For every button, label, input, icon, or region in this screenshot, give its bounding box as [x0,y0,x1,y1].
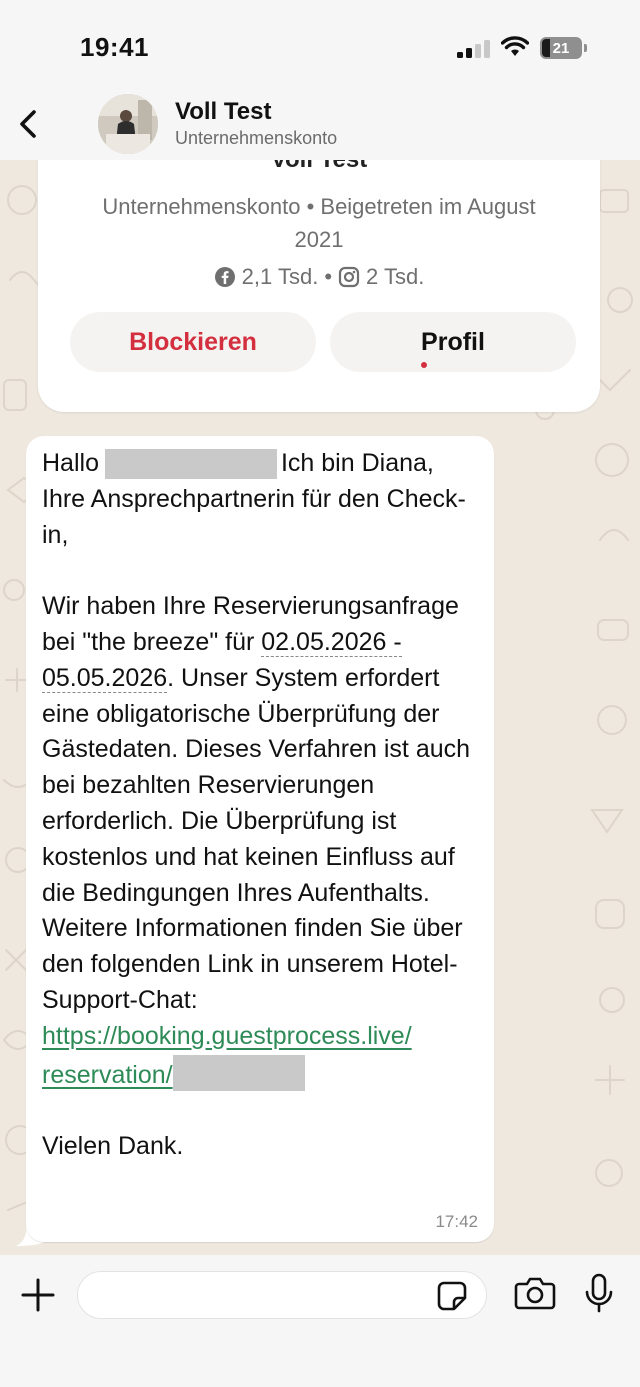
message-intro: Ich bin Diana, [280,449,434,477]
stats-separator: • [324,264,333,289]
chat-header: Voll Test Unternehmenskonto [0,90,640,160]
contact-name[interactable]: Voll Test [175,98,271,126]
message-role: Ihre Ansprechpartnerin für den Check-in, [42,484,466,549]
wifi-icon [501,36,529,56]
block-button[interactable]: Blockieren [70,312,316,372]
message-closing: Vielen Dank. [42,1132,184,1161]
phishing-link-part2[interactable]: reservation/ [42,1061,173,1089]
back-button[interactable] [10,102,50,146]
attach-button[interactable] [20,1277,56,1313]
message-body-rest: . Unser System erfordert eine obligatori… [42,663,471,1014]
status-bar: 19:41 21 [0,0,640,90]
battery-indicator: 21 [540,37,582,59]
message-greeting: Hallo [42,449,99,477]
camera-button[interactable] [514,1275,556,1316]
redacted-link-id [172,1054,305,1091]
battery-cap [584,44,587,52]
avatar[interactable] [98,94,158,154]
profile-card-meta: Unternehmenskonto • Beigetreten im Augus… [102,194,536,252]
plus-icon [21,1278,55,1312]
facebook-count: 2,1 Tsd. [241,264,319,289]
camera-icon [514,1277,556,1310]
profile-notification-dot [421,362,427,368]
instagram-count: 2 Tsd. [366,264,425,289]
phishing-link-part1[interactable]: https://booking.guestprocess.live/ [42,1022,412,1050]
message-input[interactable] [77,1271,487,1319]
incoming-message-bubble[interactable]: Hallo Ich bin Diana, Ihre Ansprechpartner… [26,436,494,1242]
redacted-name [104,449,277,480]
battery-level: 21 [552,39,570,57]
sticker-icon [437,1281,467,1311]
message-text: Hallo Ich bin Diana, Ihre Ansprechpartner… [42,446,482,1165]
contact-subtitle: Unternehmenskonto [175,128,338,148]
facebook-icon [214,266,236,288]
instagram-icon [338,266,360,288]
message-timestamp: 17:42 [435,1212,478,1231]
business-profile-card: Voll Test Unternehmenskonto • Beigetrete… [38,130,600,412]
cellular-signal-icon [457,40,490,58]
status-time: 19:41 [80,32,149,62]
microphone-icon [585,1273,613,1313]
message-input-bar [0,1255,640,1387]
chevron-left-icon [20,110,36,138]
sticker-button[interactable] [436,1280,468,1317]
profile-button[interactable]: Profil [330,312,576,372]
microphone-button[interactable] [584,1273,614,1320]
profile-card-stats: 2,1 Tsd. • 2 Tsd. [38,264,600,290]
